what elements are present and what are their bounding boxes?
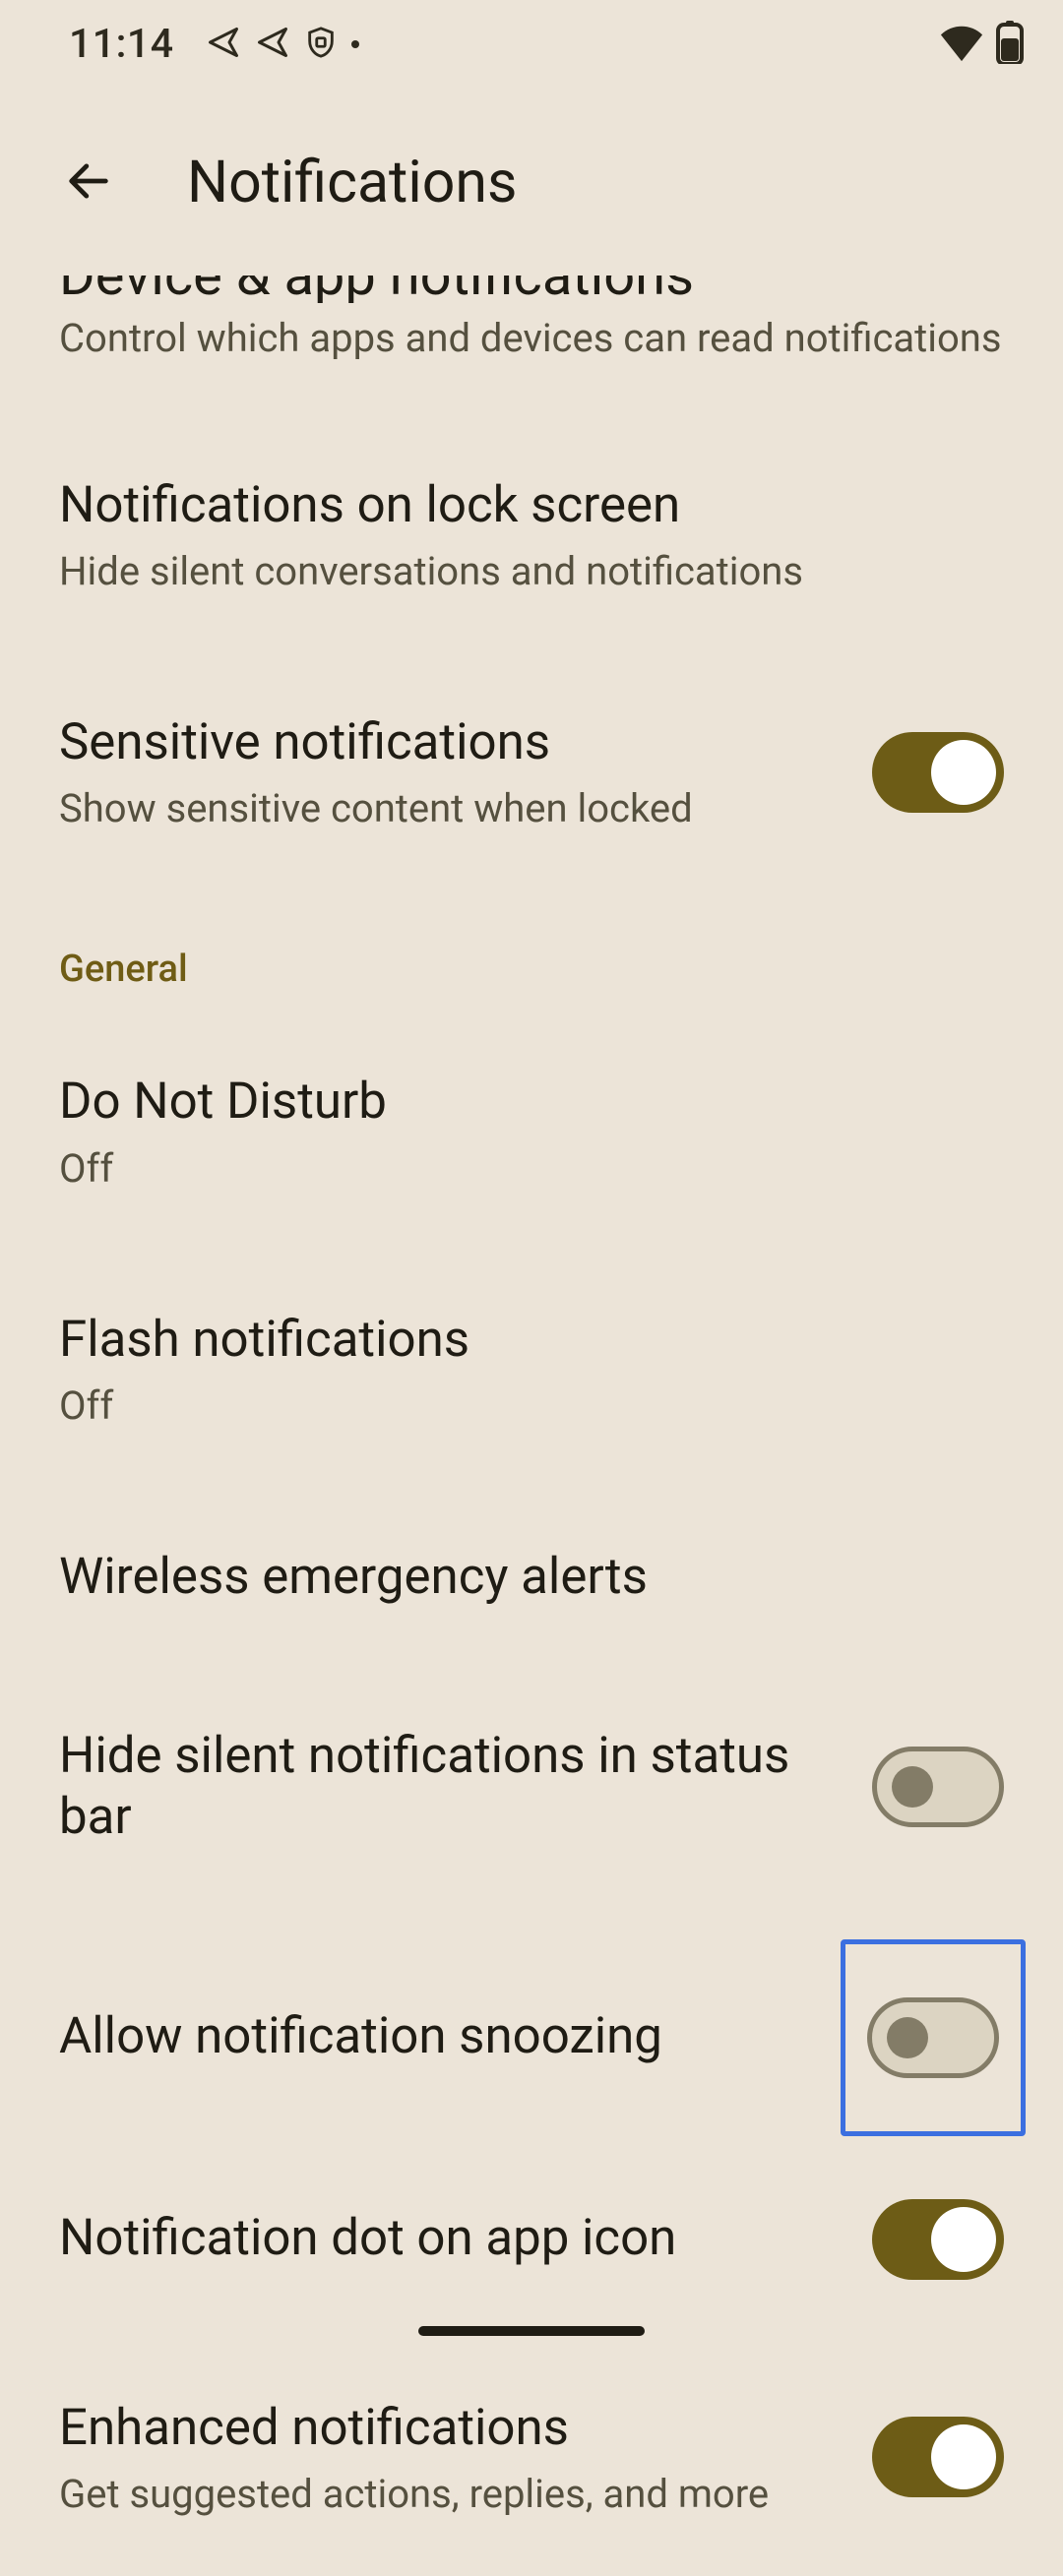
setting-hide-silent-status-bar[interactable]: Hide silent notifications in status bar — [0, 1667, 1063, 1907]
back-button[interactable] — [49, 143, 128, 221]
setting-title: Sensitive notifications — [59, 712, 843, 773]
send-icon — [206, 25, 241, 64]
more-dot-icon — [351, 40, 359, 48]
status-notif-icons — [206, 25, 359, 64]
battery-icon — [996, 21, 1024, 68]
setting-notifications-lock-screen[interactable]: Notifications on lock screen Hide silent… — [0, 416, 1063, 653]
arrow-left-icon — [63, 155, 114, 210]
shield-icon — [304, 26, 338, 63]
setting-device-app-notifications[interactable]: Device & app notifications Control which… — [0, 276, 1063, 416]
toggle-sensitive-notifications[interactable] — [872, 732, 1004, 813]
setting-title: Wireless emergency alerts — [59, 1547, 974, 1608]
setting-flash-notifications[interactable]: Flash notifications Off — [0, 1251, 1063, 1488]
toggle-hide-silent[interactable] — [872, 1747, 1004, 1827]
focus-indicator — [841, 1939, 1026, 2136]
status-time: 11:14 — [69, 21, 174, 68]
setting-sensitive-notifications[interactable]: Sensitive notifications Show sensitive c… — [0, 653, 1063, 890]
page-title: Notifications — [187, 149, 517, 216]
status-left: 11:14 — [69, 21, 359, 68]
setting-title: Enhanced notifications — [59, 2398, 843, 2459]
setting-subtitle: Off — [59, 1145, 974, 1192]
setting-allow-notification-snoozing[interactable]: Allow notification snoozing — [0, 1908, 1063, 2168]
setting-subtitle: Show sensitive content when locked — [59, 785, 843, 831]
status-bar: 11:14 — [0, 0, 1063, 89]
toggle-enhanced-notifications[interactable] — [872, 2417, 1004, 2497]
setting-title: Device & app notifications — [59, 276, 1004, 303]
status-right — [939, 21, 1024, 68]
setting-subtitle: Get suggested actions, replies, and more — [59, 2471, 843, 2517]
setting-subtitle: Off — [59, 1382, 974, 1429]
toggle-notification-dot[interactable] — [872, 2199, 1004, 2280]
setting-wireless-emergency-alerts[interactable]: Wireless emergency alerts — [0, 1488, 1063, 1667]
setting-subtitle: Hide silent conversations and notificati… — [59, 548, 974, 594]
setting-do-not-disturb[interactable]: Do Not Disturb Off — [0, 1012, 1063, 1250]
setting-title: Flash notifications — [59, 1310, 974, 1371]
settings-list[interactable]: Device & app notifications Control which… — [0, 276, 1063, 2576]
toggle-notification-snoozing[interactable] — [867, 1997, 999, 2078]
wifi-icon — [939, 23, 984, 66]
app-bar: Notifications — [0, 89, 1063, 276]
setting-notification-dot[interactable]: Notification dot on app icon — [0, 2168, 1063, 2339]
setting-title: Notifications on lock screen — [59, 475, 974, 536]
setting-title: Allow notification snoozing — [59, 2006, 811, 2067]
section-header-general: General — [0, 890, 1063, 1012]
setting-title: Do Not Disturb — [59, 1072, 974, 1133]
setting-title: Hide silent notifications in status bar — [59, 1726, 843, 1848]
send-icon — [255, 25, 290, 64]
setting-title: Notification dot on app icon — [59, 2208, 843, 2269]
gesture-nav-pill[interactable] — [418, 2326, 645, 2336]
setting-subtitle: Control which apps and devices can read … — [59, 315, 1004, 361]
setting-enhanced-notifications[interactable]: Enhanced notifications Get suggested act… — [0, 2339, 1063, 2576]
